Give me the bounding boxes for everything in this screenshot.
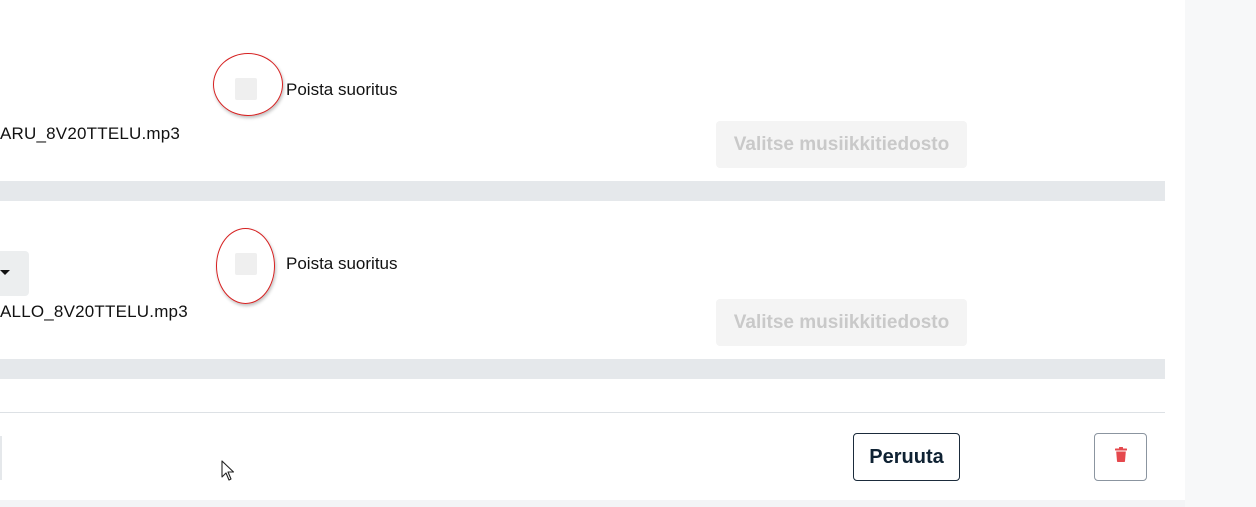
caret-down-icon bbox=[0, 270, 10, 275]
choose-music-file-button-1[interactable]: Valitse musiikkitiedosto bbox=[716, 121, 967, 168]
footer-divider bbox=[0, 412, 1165, 413]
highlight-circle-2 bbox=[216, 228, 275, 304]
music-filename-1: ARU_8V20TTELU.mp3 bbox=[0, 124, 181, 143]
music-filename-2: ALLO_8V20TTELU.mp3 bbox=[0, 302, 188, 321]
delete-performance-label-1: Poista suoritus bbox=[286, 80, 398, 99]
delete-performance-label-2: Poista suoritus bbox=[286, 254, 398, 273]
choose-music-file-button-2[interactable]: Valitse musiikkitiedosto bbox=[716, 299, 967, 346]
entry-separator-2 bbox=[0, 359, 1165, 379]
cancel-button[interactable]: Peruuta bbox=[853, 433, 960, 481]
mouse-pointer-icon bbox=[221, 460, 235, 487]
entry-separator-1 bbox=[0, 181, 1165, 201]
footer-input-edge[interactable] bbox=[0, 436, 2, 480]
trash-icon bbox=[1114, 447, 1127, 467]
highlight-circle-1 bbox=[213, 53, 283, 116]
edit-panel bbox=[0, 0, 1185, 500]
delete-button[interactable] bbox=[1094, 433, 1147, 481]
panel-bottom-edge bbox=[0, 500, 1185, 507]
page-gutter bbox=[1185, 0, 1256, 507]
